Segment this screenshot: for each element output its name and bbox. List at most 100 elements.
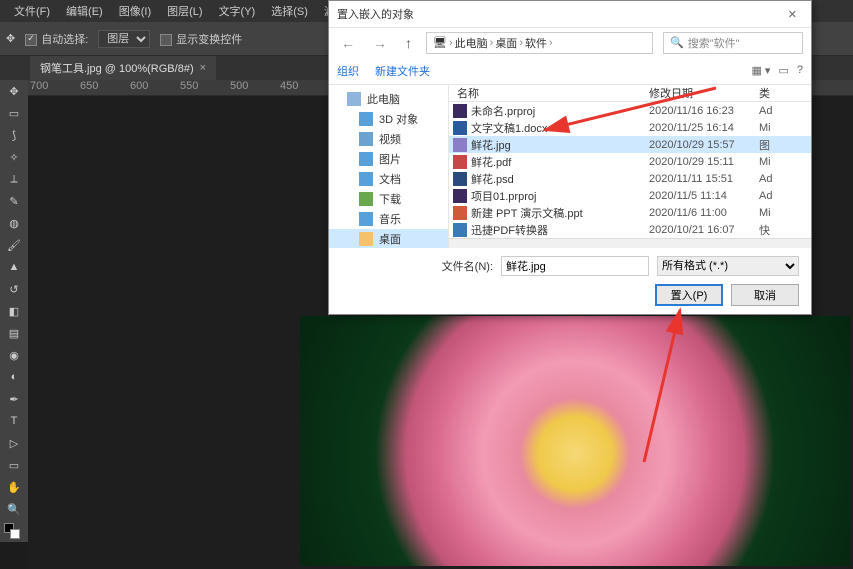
sidebar-item-label: 视频	[379, 131, 401, 147]
breadcrumb[interactable]: 🖥 › 此电脑› 桌面› 软件›	[426, 32, 653, 54]
file-icon	[453, 223, 467, 237]
auto-select-checkbox[interactable]	[25, 34, 37, 46]
sidebar-item[interactable]: 此电脑	[329, 89, 448, 109]
file-row[interactable]: 鲜花.pdf 2020/10/29 15:11Mi	[449, 153, 811, 170]
document-tab[interactable]: 钢笔工具.jpg @ 100%(RGB/8#) ×	[30, 56, 216, 80]
file-type: Ad	[759, 105, 811, 117]
menu-item[interactable]: 文字(Y)	[211, 3, 264, 19]
nav-up-button[interactable]: ↑	[401, 35, 416, 51]
zoom-tool[interactable]: 🔍	[0, 498, 28, 520]
close-button[interactable]: ✕	[782, 8, 803, 21]
hand-tool[interactable]: ✋	[0, 476, 28, 498]
folder-icon	[359, 192, 373, 206]
move-tool[interactable]: ✥	[0, 80, 28, 102]
file-row[interactable]: 鲜花.jpg2020/10/29 15:57图	[449, 136, 811, 153]
sidebar-item-label: 3D 对象	[379, 111, 418, 127]
file-name: 鲜花.pdf	[471, 154, 511, 170]
menu-item[interactable]: 图层(L)	[159, 3, 210, 19]
file-type: Mi	[759, 207, 811, 219]
stamp-tool[interactable]: ▲	[0, 256, 28, 278]
cancel-button[interactable]: 取消	[731, 284, 799, 306]
canvas-image	[300, 316, 850, 566]
file-row[interactable]: 文字文稿1.docx2020/11/25 16:14Mi	[449, 119, 811, 136]
file-date: 2020/10/29 15:11	[649, 156, 759, 168]
file-row[interactable]: 迅捷PDF转换器2020/10/21 16:07快	[449, 221, 811, 238]
sidebar-item[interactable]: 3D 对象	[329, 109, 448, 129]
sidebar-item[interactable]: 视频	[329, 129, 448, 149]
file-row[interactable]: 新建 PPT 演示文稿.ppt 2020/11/6 11:00Mi	[449, 204, 811, 221]
file-type: 快	[759, 222, 811, 238]
file-name: 未命名.prproj	[471, 103, 535, 119]
folder-icon	[359, 152, 373, 166]
horizontal-scrollbar[interactable]	[449, 238, 811, 248]
sidebar-item[interactable]: 文档	[329, 169, 448, 189]
eyedropper-tool[interactable]: ✎	[0, 190, 28, 212]
menu-item[interactable]: 选择(S)	[263, 3, 316, 19]
folder-icon	[359, 212, 373, 226]
transform-checkbox[interactable]	[160, 34, 172, 46]
file-name: 新建 PPT 演示文稿.ppt	[471, 205, 583, 221]
folder-icon	[359, 172, 373, 186]
shape-tool[interactable]: ▭	[0, 454, 28, 476]
path-tool[interactable]: ▷	[0, 432, 28, 454]
place-button[interactable]: 置入(P)	[655, 284, 723, 306]
menu-item[interactable]: 图像(I)	[111, 3, 159, 19]
sidebar-item[interactable]: 图片	[329, 149, 448, 169]
sidebar-item-label: 图片	[379, 151, 401, 167]
sidebar-item[interactable]: 音乐	[329, 209, 448, 229]
nav-back-button[interactable]: ←	[337, 35, 359, 51]
crop-tool[interactable]: ⟂	[0, 168, 28, 190]
file-row[interactable]: 项目01.prproj2020/11/5 11:14Ad	[449, 187, 811, 204]
file-icon	[453, 155, 467, 169]
sidebar-item[interactable]: 下载	[329, 189, 448, 209]
file-icon	[453, 104, 467, 118]
file-row[interactable]: 未命名.prproj2020/11/16 16:23Ad	[449, 102, 811, 119]
file-icon	[453, 121, 467, 135]
view-options-button[interactable]: ▦ ▾	[751, 64, 770, 77]
blur-tool[interactable]: ◉	[0, 344, 28, 366]
move-tool-icon: ✥	[6, 32, 15, 45]
dodge-tool[interactable]: ◐	[0, 366, 28, 388]
type-tool[interactable]: T	[0, 410, 28, 432]
close-icon[interactable]: ×	[200, 62, 206, 74]
file-icon	[453, 206, 467, 220]
marquee-tool[interactable]: ▭	[0, 102, 28, 124]
column-headers[interactable]: 名称 修改日期 类	[449, 85, 811, 102]
color-swatch[interactable]	[0, 520, 28, 542]
eraser-tool[interactable]: ◧	[0, 300, 28, 322]
wand-tool[interactable]: ✧	[0, 146, 28, 168]
help-button[interactable]: ?	[797, 64, 803, 77]
filename-label: 文件名(N):	[442, 258, 493, 274]
gradient-tool[interactable]: ▤	[0, 322, 28, 344]
file-icon	[453, 138, 467, 152]
new-folder-button[interactable]: 新建文件夹	[375, 63, 430, 79]
menu-item[interactable]: 文件(F)	[6, 3, 58, 19]
pen-tool[interactable]: ✒	[0, 388, 28, 410]
folder-icon	[359, 112, 373, 126]
lasso-tool[interactable]: ⟆	[0, 124, 28, 146]
preview-pane-button[interactable]: ▭	[778, 64, 788, 77]
sidebar-item[interactable]: 桌面	[329, 229, 448, 248]
heal-tool[interactable]: ◍	[0, 212, 28, 234]
file-name: 鲜花.jpg	[471, 137, 511, 153]
auto-select-label: 自动选择:	[41, 34, 88, 46]
place-embedded-dialog: 置入嵌入的对象 ✕ ← → ↑ 🖥 › 此电脑› 桌面› 软件› 🔍 搜索"软件…	[328, 0, 812, 315]
file-type: Mi	[759, 156, 811, 168]
menu-item[interactable]: 编辑(E)	[58, 3, 111, 19]
organize-menu[interactable]: 组织	[337, 63, 359, 79]
file-type: 图	[759, 137, 811, 153]
file-date: 2020/11/6 11:00	[649, 207, 759, 219]
sidebar-item-label: 文档	[379, 171, 401, 187]
file-list: 名称 修改日期 类 未命名.prproj2020/11/16 16:23Ad文字…	[449, 85, 811, 248]
file-filter-dropdown[interactable]: 所有格式 (*.*)	[657, 256, 799, 276]
search-input[interactable]: 🔍 搜索"软件"	[663, 32, 803, 54]
pc-icon: 🖥	[433, 36, 447, 49]
file-row[interactable]: 鲜花.psd2020/11/11 15:51Ad	[449, 170, 811, 187]
folder-tree: 此电脑3D 对象视频图片文档下载音乐桌面Win10 (C:)	[329, 85, 449, 248]
filename-input[interactable]	[501, 256, 649, 276]
brush-tool[interactable]: 🖌	[0, 234, 28, 256]
auto-select-dropdown[interactable]: 图层	[98, 30, 150, 48]
file-type: Ad	[759, 190, 811, 202]
history-brush-tool[interactable]: ↺	[0, 278, 28, 300]
nav-forward-button[interactable]: →	[369, 35, 391, 51]
